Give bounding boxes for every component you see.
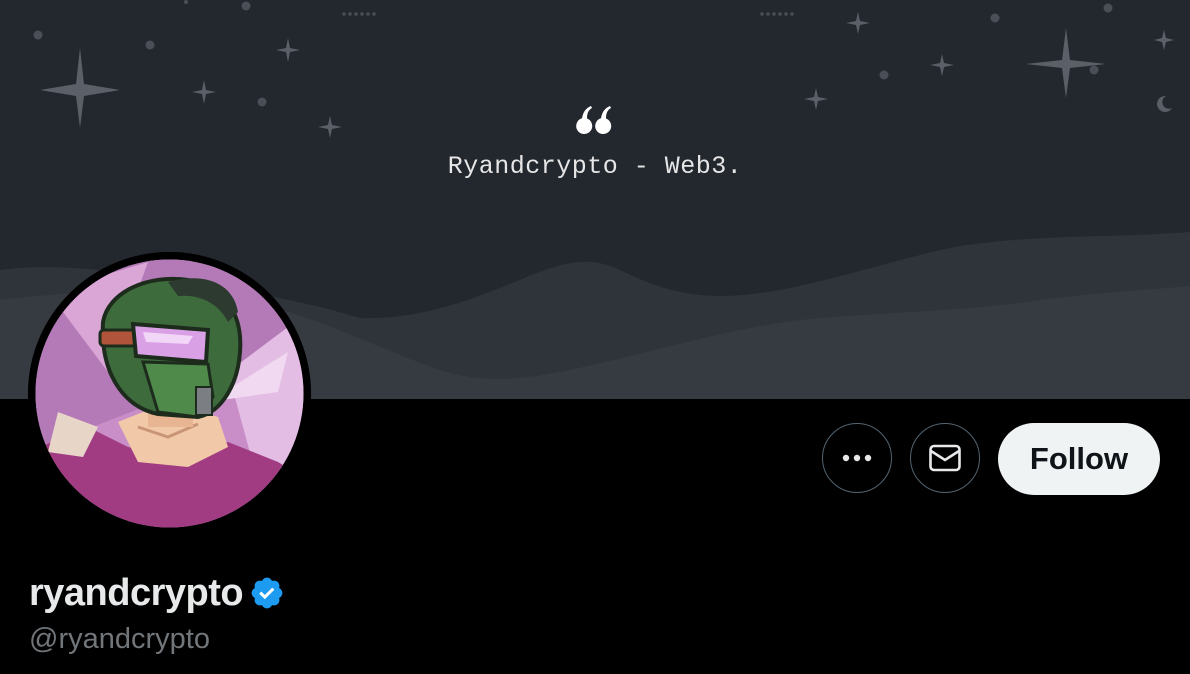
profile-name-row: ryandcrypto [29, 569, 285, 617]
more-horizontal-icon [842, 454, 872, 462]
avatar-image [28, 252, 311, 535]
envelope-icon [929, 444, 961, 472]
avatar[interactable] [28, 252, 311, 535]
profile-handle: @ryandcrypto [29, 623, 210, 655]
quote-icon [576, 106, 612, 134]
star-dots [33, 0, 1113, 107]
display-name: ryandcrypto [29, 571, 244, 614]
moon-icon [1157, 95, 1172, 112]
follow-button[interactable]: Follow [998, 423, 1160, 495]
verified-badge-icon[interactable] [249, 575, 285, 611]
message-button[interactable] [910, 423, 980, 493]
more-options-button[interactable] [822, 423, 892, 493]
banner-quote-text: Ryandcrypto - Web3. [447, 152, 743, 181]
